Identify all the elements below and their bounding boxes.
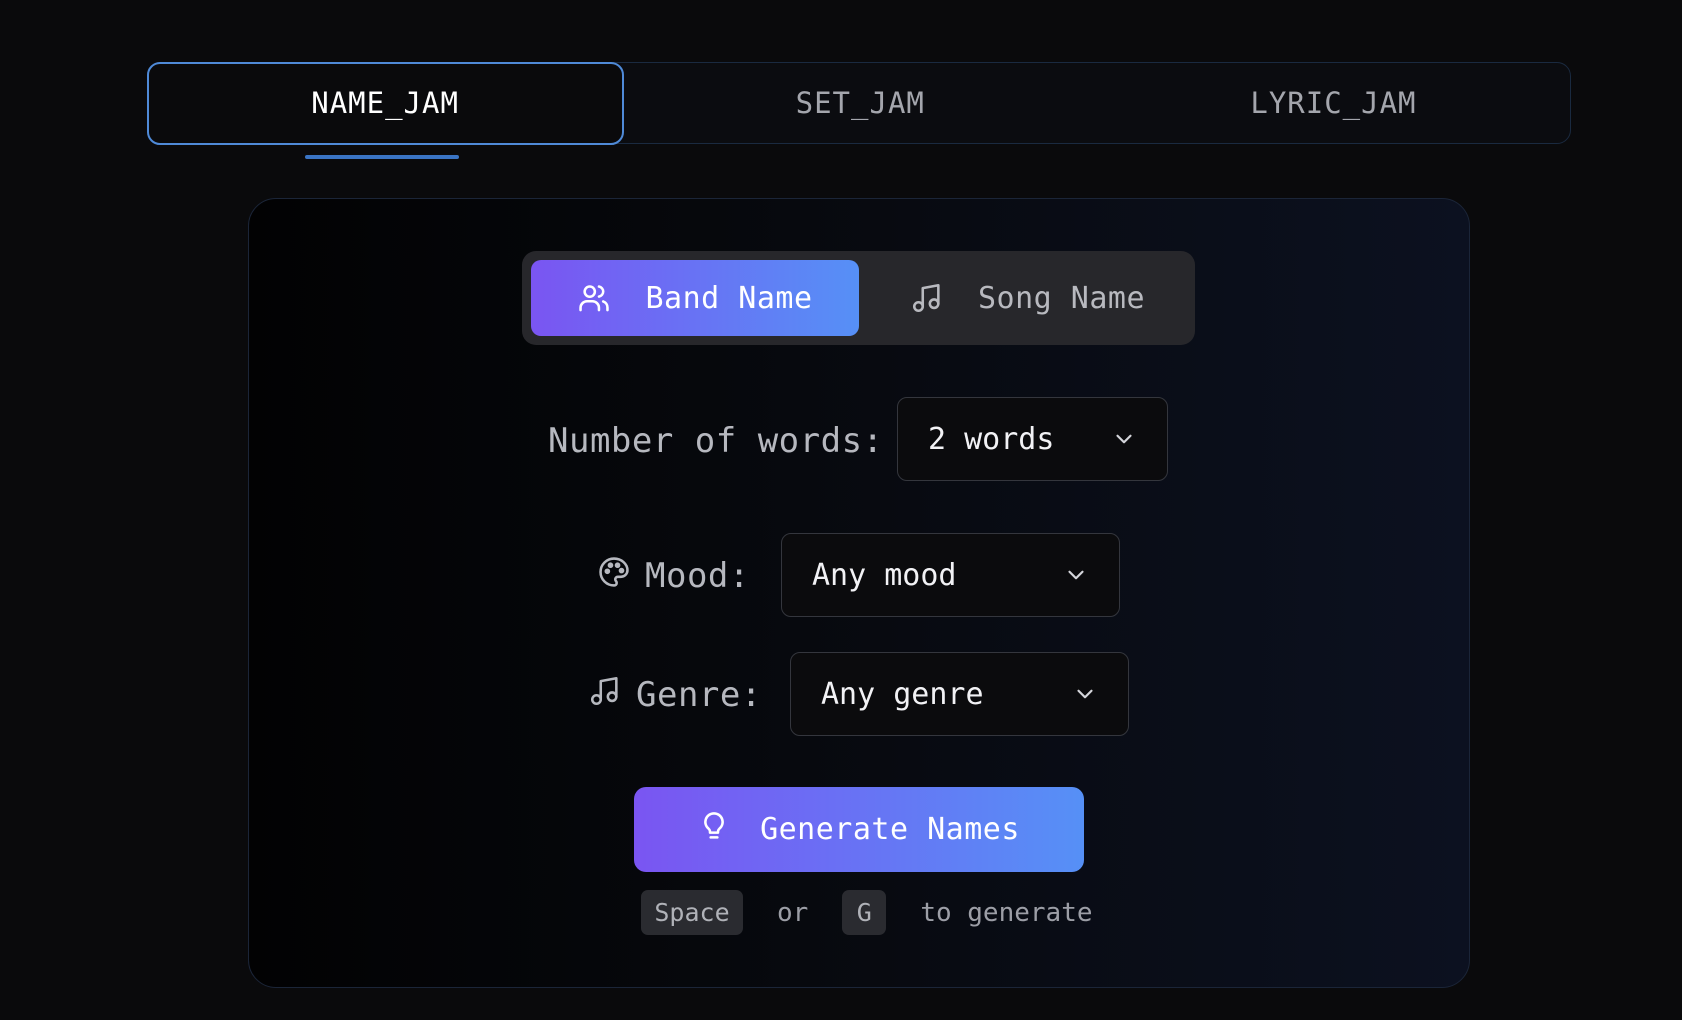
tab-name-jam[interactable]: NAME_JAM <box>146 61 624 145</box>
genre-value: Any genre <box>821 676 984 712</box>
users-icon <box>577 281 611 315</box>
words-label: Number of words: <box>548 421 884 461</box>
chevron-down-icon <box>1111 426 1137 452</box>
tab-set-jam[interactable]: SET_JAM <box>624 63 1097 143</box>
chevron-down-icon <box>1063 562 1089 588</box>
name-type-toggle: Band Name Song Name <box>522 251 1195 345</box>
words-value: 2 words <box>928 421 1055 457</box>
words-select[interactable]: 2 words <box>897 397 1168 481</box>
hint-or: or <box>777 897 809 928</box>
mood-row-label: Mood: <box>597 549 750 603</box>
active-tab-indicator <box>305 155 459 159</box>
music-note-icon <box>910 281 944 315</box>
band-name-button[interactable]: Band Name <box>531 260 859 336</box>
tab-lyric-jam[interactable]: LYRIC_JAM <box>1097 63 1570 143</box>
generate-names-button[interactable]: Generate Names <box>634 787 1084 872</box>
g-key: G <box>842 890 887 935</box>
lightbulb-icon <box>698 809 730 851</box>
palette-icon <box>597 555 631 598</box>
space-key: Space <box>641 890 743 935</box>
music-note-icon <box>588 674 622 717</box>
song-name-label: Song Name <box>977 280 1146 316</box>
hint-suffix: to generate <box>920 897 1093 928</box>
chevron-down-icon <box>1072 681 1098 707</box>
words-row-label: Number of words: <box>548 414 884 468</box>
genre-label: Genre: <box>636 675 762 715</box>
mood-value: Any mood <box>812 557 957 593</box>
genre-row-label: Genre: <box>588 668 762 722</box>
top-tab-bar: NAME_JAM SET_JAM LYRIC_JAM <box>146 61 1571 145</box>
generate-label: Generate Names <box>760 812 1020 847</box>
band-name-label: Band Name <box>645 280 813 316</box>
keyboard-hint: Space or G to generate <box>641 890 1093 935</box>
song-name-button[interactable]: Song Name <box>869 260 1186 336</box>
genre-select[interactable]: Any genre <box>790 652 1129 736</box>
mood-select[interactable]: Any mood <box>781 533 1120 617</box>
mood-label: Mood: <box>645 556 750 596</box>
